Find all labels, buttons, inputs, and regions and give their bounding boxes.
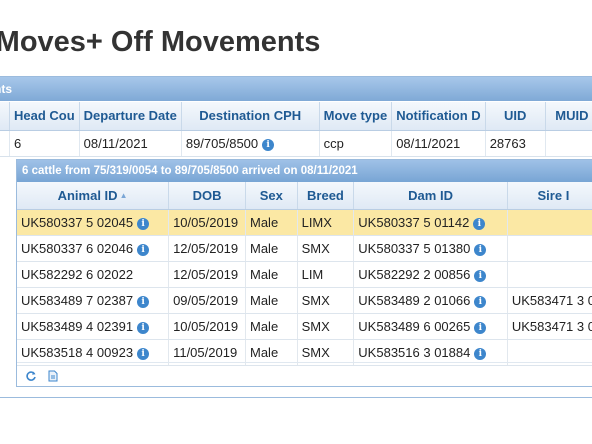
cell-dam-id: UK580337 5 01142 bbox=[358, 214, 470, 230]
cell-notification-date: 08/11/2021 bbox=[391, 130, 486, 157]
column-header-uid[interactable]: UID bbox=[485, 102, 546, 131]
column-header-animal-id-label: Animal ID bbox=[57, 187, 118, 203]
info-icon[interactable]: i bbox=[474, 243, 487, 256]
row-expander-header bbox=[0, 102, 10, 131]
movements-panel: nts Head Cou Departure Date Destination … bbox=[0, 76, 592, 398]
column-header-dam-id[interactable]: Dam ID bbox=[353, 182, 508, 210]
cell-animal-id: UK583518 4 00923 bbox=[21, 344, 134, 360]
cell-dam-id: UK583516 3 01884 bbox=[358, 344, 471, 360]
cell-destination-cph: 89/705/8500 bbox=[185, 135, 259, 151]
page-title-text: tMoves+ Off Movements bbox=[0, 26, 321, 58]
refresh-icon[interactable] bbox=[25, 369, 37, 381]
cell-dam-id: UK580337 5 01380 bbox=[358, 240, 471, 256]
cell-animal-id: UK580337 5 02045 bbox=[21, 214, 134, 230]
table-row[interactable]: 6 08/11/2021 89/705/8500 i ccp 08/11/2021… bbox=[0, 130, 592, 157]
info-icon[interactable]: i bbox=[137, 347, 150, 360]
cell-animal-id-wrap: UK582292 6 02022 bbox=[17, 261, 170, 288]
cell-animal-id: UK582292 6 02022 bbox=[21, 266, 134, 282]
animals-header-row: Animal ID ▲ DOB Sex Breed Dam ID Sire I bbox=[17, 182, 592, 210]
cell-sire-id bbox=[507, 209, 592, 236]
subpanel-header: 6 cattle from 75/319/0054 to 89/705/8500… bbox=[17, 160, 592, 182]
cell-animal-id-wrap: UK580337 5 02045 i bbox=[17, 209, 170, 236]
column-header-move-type[interactable]: Move type bbox=[319, 102, 393, 131]
cell-dam-id-wrap: UK580337 5 01380 i bbox=[353, 235, 508, 262]
cell-animal-id-wrap: UK580337 6 02046 i bbox=[17, 235, 170, 262]
column-header-destination-cph[interactable]: Destination CPH bbox=[181, 102, 320, 131]
cell-sex: Male bbox=[245, 313, 298, 340]
column-header-head-count[interactable]: Head Cou bbox=[9, 102, 80, 131]
panel-header: nts bbox=[0, 77, 592, 101]
animals-table: Animal ID ▲ DOB Sex Breed Dam ID Sire I U… bbox=[17, 182, 592, 366]
cell-sire-id bbox=[507, 235, 592, 262]
column-header-animal-id[interactable]: Animal ID ▲ bbox=[17, 182, 170, 210]
cell-dam-id-wrap: UK583489 6 00265 i bbox=[353, 313, 508, 340]
cell-dob: 09/05/2019 bbox=[168, 287, 246, 314]
cell-breed: SMX bbox=[297, 287, 355, 314]
cell-sire-id bbox=[507, 261, 592, 288]
info-icon[interactable]: i bbox=[474, 347, 487, 360]
cell-breed: LIM bbox=[297, 261, 355, 288]
info-icon[interactable]: i bbox=[137, 295, 150, 308]
cell-dam-id: UK582292 2 00856 bbox=[358, 266, 471, 282]
cell-dam-id-wrap: UK582292 2 00856 i bbox=[353, 261, 508, 288]
cell-dam-id-wrap: UK583489 2 01066 i bbox=[353, 287, 508, 314]
info-icon[interactable]: i bbox=[474, 295, 487, 308]
cell-sex: Male bbox=[245, 287, 298, 314]
cell-dam-id-wrap: UK580337 5 01142 i bbox=[353, 209, 508, 236]
cell-dob: 12/05/2019 bbox=[168, 261, 246, 288]
table-row[interactable]: UK580337 6 02046 i 12/05/2019 Male SMX UK… bbox=[17, 235, 592, 262]
movements-header-row: Head Cou Departure Date Destination CPH … bbox=[0, 102, 592, 131]
grid-toolbar bbox=[17, 362, 592, 386]
cell-animal-id-wrap: UK583489 7 02387 i bbox=[17, 287, 170, 314]
cell-head-count: 6 bbox=[9, 130, 80, 157]
cell-muid bbox=[545, 130, 592, 157]
info-icon[interactable]: i bbox=[137, 217, 150, 230]
table-row[interactable]: UK583489 4 02391 i 10/05/2019 Male SMX UK… bbox=[17, 313, 592, 340]
cell-dob: 10/05/2019 bbox=[168, 209, 246, 236]
column-header-dob[interactable]: DOB bbox=[168, 182, 246, 210]
cell-breed: SMX bbox=[297, 313, 355, 340]
table-row[interactable]: UK583489 7 02387 i 09/05/2019 Male SMX UK… bbox=[17, 287, 592, 314]
info-icon[interactable]: i bbox=[262, 138, 275, 151]
column-header-muid[interactable]: MUID bbox=[545, 102, 592, 131]
cell-animal-id: UK580337 6 02046 bbox=[21, 240, 134, 256]
info-icon[interactable]: i bbox=[474, 269, 487, 282]
sort-ascending-icon[interactable]: ▲ bbox=[120, 191, 128, 200]
column-header-departure-date[interactable]: Departure Date bbox=[79, 102, 182, 131]
cell-dob: 12/05/2019 bbox=[168, 235, 246, 262]
row-expander[interactable] bbox=[0, 130, 10, 157]
cell-sex: Male bbox=[245, 261, 298, 288]
cell-departure-date: 08/11/2021 bbox=[79, 130, 182, 157]
cell-dam-id: UK583489 6 00265 bbox=[358, 318, 471, 334]
cell-breed: LIMX bbox=[297, 209, 355, 236]
movements-table: Head Cou Departure Date Destination CPH … bbox=[0, 102, 592, 157]
info-icon[interactable]: i bbox=[137, 321, 150, 334]
cell-sex: Male bbox=[245, 235, 298, 262]
cell-uid: 28763 bbox=[485, 130, 546, 157]
panel-title: nts bbox=[0, 82, 12, 96]
table-row[interactable]: UK582292 6 02022 12/05/2019 Male LIM UK5… bbox=[17, 261, 592, 288]
column-header-breed[interactable]: Breed bbox=[297, 182, 355, 210]
column-header-sire-id[interactable]: Sire I bbox=[507, 182, 592, 210]
info-icon[interactable]: i bbox=[473, 217, 486, 230]
cell-animal-id: UK583489 7 02387 bbox=[21, 292, 134, 308]
column-header-notification-date[interactable]: Notification D bbox=[391, 102, 486, 131]
cell-sex: Male bbox=[245, 209, 298, 236]
export-icon[interactable] bbox=[47, 369, 59, 382]
cell-dob: 10/05/2019 bbox=[168, 313, 246, 340]
cell-destination-cph-wrap: 89/705/8500 i bbox=[181, 130, 320, 157]
table-row[interactable]: UK580337 5 02045 i 10/05/2019 Male LIMX U… bbox=[17, 209, 592, 236]
cell-animal-id: UK583489 4 02391 bbox=[21, 318, 134, 334]
column-header-sex[interactable]: Sex bbox=[245, 182, 298, 210]
cell-move-type: ccp bbox=[319, 130, 393, 157]
page-title: tMoves+ Off Movements bbox=[0, 0, 592, 76]
info-icon[interactable]: i bbox=[474, 321, 487, 334]
cell-animal-id-wrap: UK583489 4 02391 i bbox=[17, 313, 170, 340]
cell-sire-id: UK583471 3 0 bbox=[507, 287, 592, 314]
animals-subpanel: 6 cattle from 75/319/0054 to 89/705/8500… bbox=[16, 159, 592, 387]
info-icon[interactable]: i bbox=[137, 243, 150, 256]
cell-dam-id: UK583489 2 01066 bbox=[358, 292, 471, 308]
cell-sire-id: UK583471 3 0 bbox=[507, 313, 592, 340]
cell-breed: SMX bbox=[297, 235, 355, 262]
